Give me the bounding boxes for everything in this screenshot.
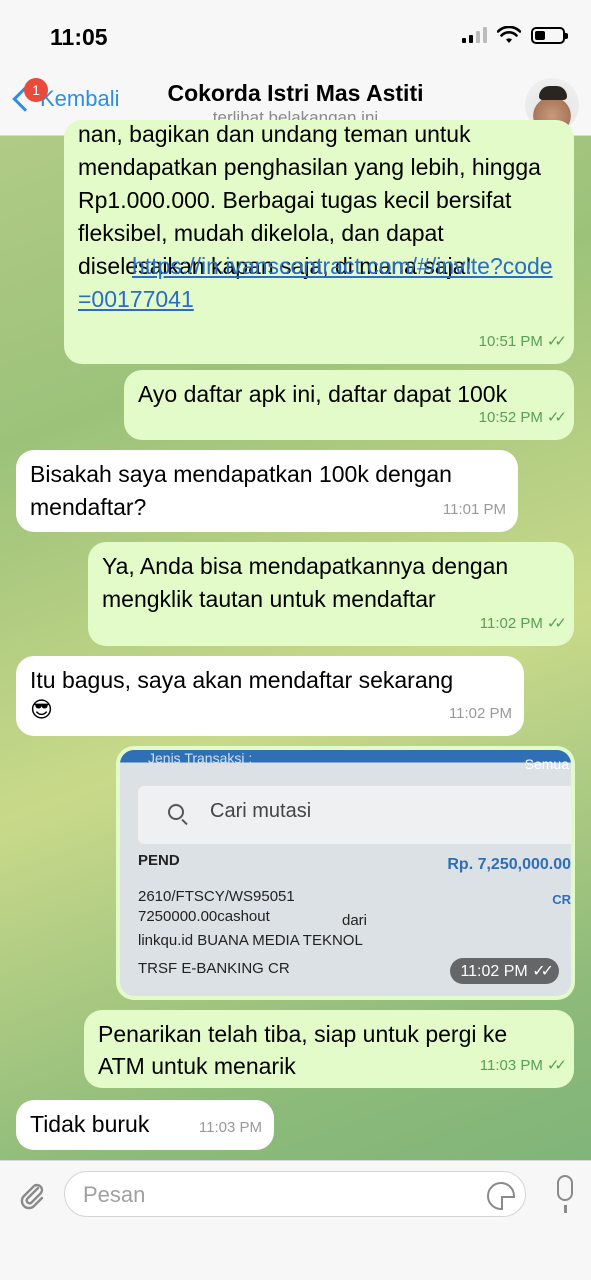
double-check-icon: ✓✓ xyxy=(546,1057,567,1074)
message-text: Bisakah saya mendapatkan 100k dengan men… xyxy=(30,461,452,520)
photo-cr: CR xyxy=(552,892,571,907)
message-bubble[interactable]: Ayo daftar apk ini, daftar dapat 100k 10… xyxy=(124,370,574,440)
message-input-bar xyxy=(0,1160,591,1280)
paperclip-icon[interactable] xyxy=(16,1179,48,1211)
cellular-signal-icon xyxy=(462,27,487,43)
message-meta: 11:03 PM xyxy=(199,1111,262,1144)
message-time: 11:02 PM xyxy=(479,615,543,632)
message-meta: 11:01 PM xyxy=(443,493,506,526)
message-meta: 10:51 PM ✓✓ xyxy=(478,325,567,358)
transaction-screenshot-photo[interactable]: Jenis Transaksi : Semua Cari mutasi PEND… xyxy=(120,750,571,996)
message-bubble[interactable]: Ya, Anda bisa mendapatkannya dengan meng… xyxy=(88,542,574,646)
status-icons xyxy=(462,26,568,44)
double-check-icon: ✓✓ xyxy=(546,615,567,632)
double-check-icon: ✓✓ xyxy=(546,409,567,426)
message-bubble[interactable]: Penarikan telah tiba, siap untuk pergi k… xyxy=(84,1010,574,1088)
message-meta: 10:52 PM ✓✓ xyxy=(478,401,567,434)
message-time: 11:01 PM xyxy=(442,501,506,518)
status-time: 11:05 xyxy=(50,24,108,50)
photo-searchbox: Cari mutasi xyxy=(138,786,571,844)
message-bubble[interactable]: Tidak buruk 11:03 PM xyxy=(16,1100,274,1150)
photo-line2b: dari xyxy=(342,912,368,929)
invite-link[interactable]: https://in.ivanscontract.com/#/invite?co… xyxy=(78,250,562,316)
message-time: 10:52 PM xyxy=(478,409,543,426)
message-meta: 11:02 PM xyxy=(449,697,512,730)
search-icon xyxy=(168,804,184,820)
message-meta: 11:02 PM ✓✓ xyxy=(479,607,567,640)
photo-line4: TRSF E-BANKING CR xyxy=(138,960,290,977)
photo-header-right: Semua xyxy=(524,756,569,772)
message-time: 11:02 PM xyxy=(448,705,512,722)
message-time: 10:51 PM xyxy=(478,333,543,350)
message-text-partial: nan, bagikan dan undang teman untuk xyxy=(78,121,471,147)
sticker-icon[interactable] xyxy=(487,1182,515,1210)
message-field[interactable] xyxy=(64,1171,526,1217)
message-text: Itu bagus, saya akan mendaftar sekarang xyxy=(30,667,454,693)
photo-amount: Rp. 7,250,000.00 xyxy=(447,856,571,873)
photo-header-left: Jenis Transaksi : xyxy=(148,750,253,766)
photo-status: PEND xyxy=(138,852,180,869)
message-time: 11:03 PM xyxy=(198,1119,262,1136)
photo-search-placeholder: Cari mutasi xyxy=(210,800,312,822)
double-check-icon: ✓✓ xyxy=(532,963,554,980)
sunglasses-emoji: 😎 xyxy=(30,697,53,722)
photo-line3: linkqu.id BUANA MEDIA TEKNOL xyxy=(138,932,363,949)
contact-name[interactable]: Cokorda Istri Mas Astiti xyxy=(0,80,591,107)
wifi-icon xyxy=(497,26,521,43)
photo-line2: 7250000.00cashout xyxy=(138,908,270,925)
message-meta: 11:03 PM ✓✓ xyxy=(479,1049,567,1082)
message-bubble[interactable]: Itu bagus, saya akan mendaftar sekarang … xyxy=(16,656,524,736)
battery-icon xyxy=(531,26,568,44)
message-time: 11:02 PM xyxy=(460,963,528,980)
microphone-icon[interactable] xyxy=(557,1175,573,1213)
message-bubble[interactable]: Bisakah saya mendapatkan 100k dengan men… xyxy=(16,450,518,532)
message-input[interactable] xyxy=(83,1182,463,1208)
status-bar: 11:05 xyxy=(0,0,591,72)
message-time: 11:03 PM xyxy=(479,1057,543,1074)
double-check-icon: ✓✓ xyxy=(546,333,567,350)
message-bubble[interactable]: nan, bagikan dan undang teman untuk mend… xyxy=(64,120,574,364)
image-message[interactable]: Jenis Transaksi : Semua Cari mutasi PEND… xyxy=(116,746,575,1000)
image-time-badge: 11:02 PM ✓✓ xyxy=(450,958,559,984)
photo-line1: 2610/FTSCY/WS95051 xyxy=(138,888,295,905)
